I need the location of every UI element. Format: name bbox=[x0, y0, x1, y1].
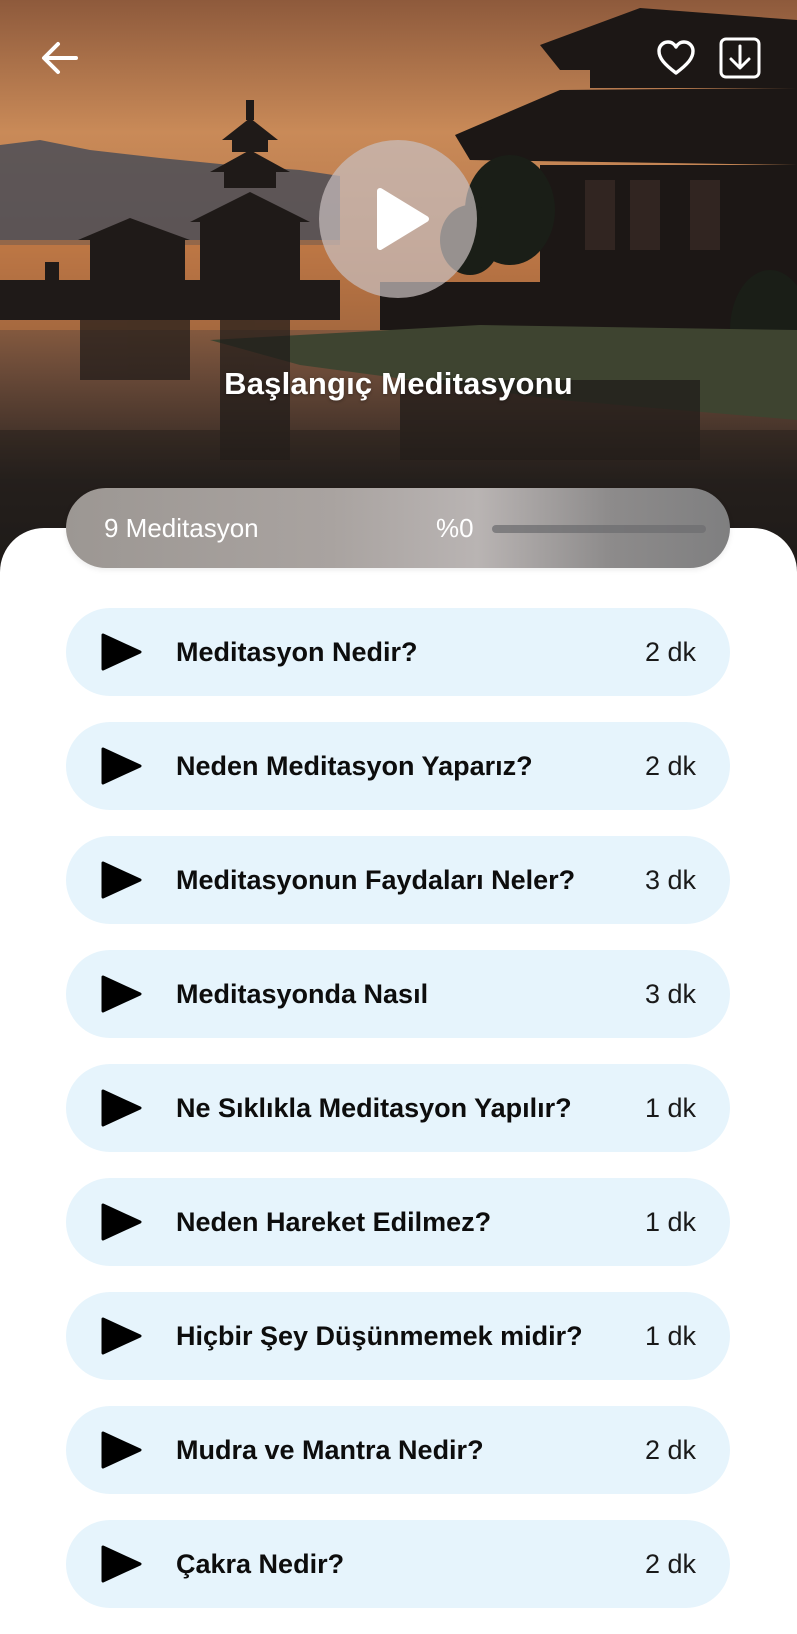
list-item-duration: 1 dk bbox=[644, 1321, 696, 1351]
meditation-count: 9 Meditasyon bbox=[104, 513, 259, 543]
progress-bar-card: 9 Meditasyon %0 bbox=[66, 488, 730, 568]
play-icon bbox=[101, 1203, 142, 1241]
list-item[interactable]: Neden Meditasyon Yaparız? 2 dk bbox=[66, 722, 730, 810]
list-item-duration: 2 dk bbox=[644, 1549, 696, 1579]
play-icon bbox=[101, 1317, 142, 1355]
list-item[interactable]: Hiçbir Şey Düşünmemek midir? 1 dk bbox=[66, 1292, 730, 1380]
list-item-title: Mudra ve Mantra Nedir? bbox=[176, 1435, 484, 1465]
play-icon bbox=[101, 633, 142, 671]
play-icon bbox=[101, 1545, 142, 1583]
arrow-left-icon bbox=[42, 42, 78, 74]
list-item-title: Çakra Nedir? bbox=[176, 1549, 345, 1579]
list-item-duration: 3 dk bbox=[644, 865, 696, 895]
download-box-icon bbox=[719, 37, 761, 79]
list-item-title: Meditasyonda Nasıl bbox=[176, 979, 429, 1009]
list-item-duration: 1 dk bbox=[644, 1207, 696, 1237]
list-item[interactable]: Meditasyonda Nasıl 3 dk bbox=[66, 950, 730, 1038]
progress-track bbox=[492, 525, 706, 533]
play-icon bbox=[101, 861, 142, 899]
play-icon bbox=[101, 747, 142, 785]
list-item-duration: 3 dk bbox=[644, 979, 696, 1009]
back-button[interactable] bbox=[36, 36, 84, 80]
heart-outline-icon bbox=[657, 40, 695, 75]
play-button[interactable] bbox=[319, 140, 477, 298]
list-item-title: Meditasyonun Faydaları Neler? bbox=[176, 865, 576, 895]
list-item[interactable]: Meditasyon Nedir? 2 dk bbox=[66, 608, 730, 696]
play-icon bbox=[101, 1089, 142, 1127]
list-item[interactable]: Ne Sıklıkla Meditasyon Yapılır? 1 dk bbox=[66, 1064, 730, 1152]
list-item-duration: 2 dk bbox=[644, 1435, 696, 1465]
list-item[interactable]: Mudra ve Mantra Nedir? 2 dk bbox=[66, 1406, 730, 1494]
list-item-duration: 2 dk bbox=[644, 751, 696, 781]
play-icon bbox=[377, 188, 429, 250]
play-icon bbox=[101, 1431, 142, 1469]
play-icon bbox=[101, 975, 142, 1013]
meditation-list: Meditasyon Nedir? 2 dk Neden Meditasyon Ya… bbox=[66, 608, 730, 1634]
list-item[interactable]: Çakra Nedir? 2 dk bbox=[66, 1520, 730, 1608]
list-item[interactable]: Meditasyonun Faydaları Neler? 3 dk bbox=[66, 836, 730, 924]
list-item-duration: 2 dk bbox=[644, 637, 696, 667]
list-item-duration: 1 dk bbox=[644, 1093, 696, 1123]
page-title: Başlangıç Meditasyonu bbox=[224, 366, 573, 401]
progress-percent: %0 bbox=[436, 513, 474, 543]
list-item-title: Hiçbir Şey Düşünmemek midir? bbox=[176, 1321, 583, 1351]
list-item-title: Meditasyon Nedir? bbox=[176, 637, 418, 667]
favorite-button[interactable] bbox=[652, 36, 700, 80]
download-button[interactable] bbox=[718, 36, 762, 80]
list-item-title: Neden Hareket Edilmez? bbox=[176, 1207, 492, 1237]
list-item-title: Ne Sıklıkla Meditasyon Yapılır? bbox=[176, 1093, 572, 1123]
list-item-title: Neden Meditasyon Yaparız? bbox=[176, 751, 533, 781]
list-item[interactable]: Neden Hareket Edilmez? 1 dk bbox=[66, 1178, 730, 1266]
